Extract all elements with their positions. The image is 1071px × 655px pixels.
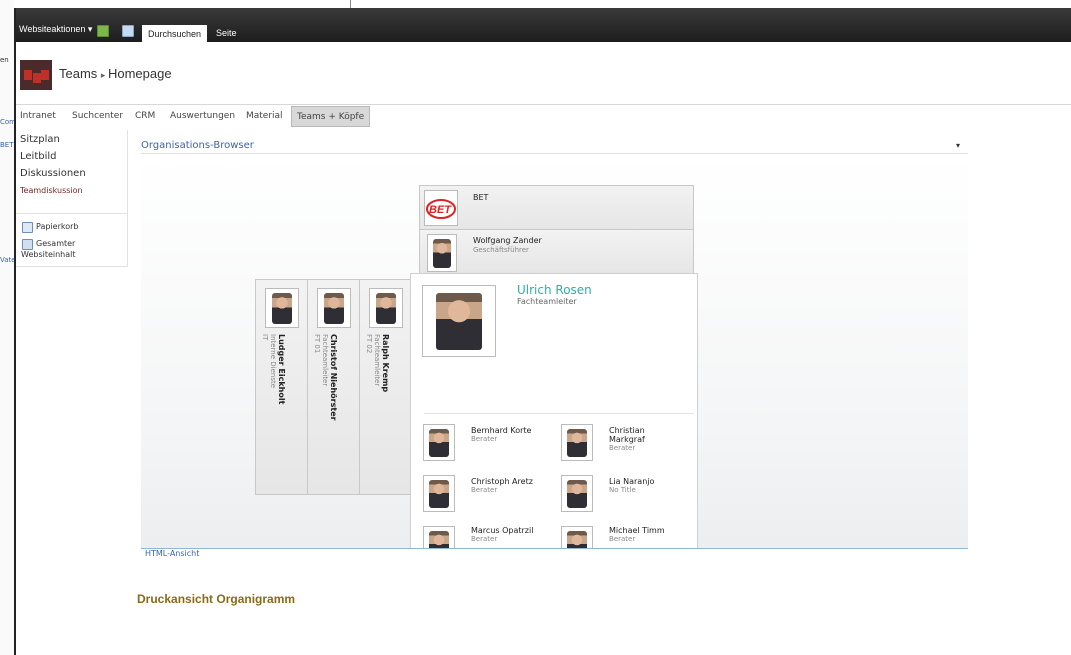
avatar	[422, 285, 496, 357]
site-content-icon	[22, 239, 33, 250]
avatar	[265, 288, 299, 328]
org-card-peer[interactable]: Ludger Eickholt Interne Dienste IT	[255, 279, 309, 495]
manager-name: Wolfgang Zander	[473, 236, 542, 245]
webpart-divider	[141, 153, 968, 154]
avatar	[317, 288, 351, 328]
top-gap	[14, 0, 1071, 8]
report-name: Bernhard Korte	[471, 426, 532, 435]
peer-dept: IT	[261, 334, 269, 341]
tab-durchsuchen[interactable]: Durchsuchen	[142, 25, 208, 42]
ql-diskussionen[interactable]: Diskussionen	[20, 168, 86, 179]
tab-seite[interactable]: Seite	[210, 24, 243, 42]
peer-dept: FT 01	[313, 334, 321, 354]
peer-text: Christof Niehörster Fachteamleiter FT 01	[313, 334, 338, 421]
report-title: Berater	[609, 444, 636, 452]
report-name: Christoph Aretz	[471, 477, 533, 486]
ql-papierkorb[interactable]: Papierkorb	[36, 222, 79, 231]
avatar	[369, 288, 403, 328]
report-item[interactable]: Michael Timm Berater	[561, 524, 691, 548]
avatar	[423, 475, 455, 512]
peer-name: Christof Niehörster	[329, 334, 338, 421]
site-actions-menu[interactable]: Websiteaktionen ▾	[19, 24, 92, 35]
ql-gesamter[interactable]: Gesamter	[36, 239, 75, 248]
report-title: No Title	[609, 486, 636, 494]
nav-teams-koepfe[interactable]: Teams + Köpfe	[291, 106, 371, 127]
report-item[interactable]: Christoph Aretz Berater	[423, 473, 553, 513]
avatar	[423, 526, 455, 548]
nav-crm[interactable]: CRM	[135, 106, 155, 126]
report-name: Lia Naranjo	[609, 477, 655, 486]
report-item[interactable]: Marcus Opatrzil Berater	[423, 524, 553, 548]
site-logo[interactable]	[20, 60, 52, 90]
avatar	[561, 475, 593, 512]
background-window: en Com BET Vate	[0, 0, 16, 655]
org-browser-stage: BET BET Wolfgang Zander Geschäftsführer …	[141, 156, 968, 549]
peer-title: Fachteamleiter	[321, 334, 329, 387]
breadcrumb-site[interactable]: Teams	[59, 66, 97, 81]
edit-icon[interactable]	[122, 25, 134, 37]
print-org-chart-link[interactable]: Druckansicht Organigramm	[137, 592, 295, 606]
breadcrumb-page: Homepage	[107, 66, 172, 81]
bet-logo: BET	[424, 190, 458, 226]
peer-dept: FT 02	[365, 334, 373, 354]
title-band	[16, 42, 1071, 105]
avatar	[561, 526, 593, 548]
root-name: BET	[473, 193, 489, 202]
nav-intranet[interactable]: Intranet	[20, 106, 56, 126]
nav-auswertungen[interactable]: Auswertungen	[170, 106, 235, 126]
report-title: Berater	[609, 535, 636, 543]
avatar	[427, 234, 457, 272]
svg-text:BET: BET	[429, 204, 452, 216]
peer-text: Ludger Eickholt Interne Dienste IT	[261, 334, 286, 404]
webpart-title[interactable]: Organisations-Browser	[141, 140, 254, 151]
peer-title: Fachteamleiter	[373, 334, 381, 387]
focus-title: Fachteamleiter	[517, 297, 577, 306]
report-name: Marcus Opatrzil	[471, 526, 534, 535]
ql-websiteinhalt[interactable]: Websiteinhalt	[21, 250, 76, 259]
peer-title: Interne Dienste	[269, 334, 277, 389]
avatar	[423, 424, 455, 461]
quick-launch: Sitzplan Leitbild Diskussionen Teamdisku…	[16, 130, 128, 267]
reports-divider	[424, 413, 694, 414]
new-document-icon[interactable]	[97, 25, 109, 37]
peer-text: Ralph Kremp Fachteamleiter FT 02	[365, 334, 390, 392]
ql-leitbild[interactable]: Leitbild	[20, 151, 57, 162]
manager-title: Geschäftsführer	[473, 246, 529, 254]
avatar	[561, 424, 593, 461]
recycle-bin-icon	[22, 222, 33, 233]
report-name: Christian Markgraf	[609, 426, 645, 444]
nav-suchcenter[interactable]: Suchcenter	[72, 106, 123, 126]
report-title: Berater	[471, 535, 498, 543]
html-view-link[interactable]: HTML-Ansicht	[145, 549, 199, 558]
nav-material[interactable]: Material	[246, 106, 283, 126]
report-item[interactable]: Lia Naranjo No Title	[561, 473, 691, 513]
report-item[interactable]: Bernhard Korte Berater	[423, 422, 553, 462]
report-title: Berater	[471, 486, 498, 494]
org-card-manager[interactable]: Wolfgang Zander Geschäftsführer	[419, 229, 694, 275]
ql-sitzplan[interactable]: Sitzplan	[20, 134, 60, 145]
ribbon-bar: Websiteaktionen ▾ Durchsuchen Seite	[16, 8, 1071, 42]
breadcrumb: Teams ▸ Homepage	[59, 66, 172, 81]
peer-name: Ralph Kremp	[381, 334, 390, 393]
org-card-peer[interactable]: Ralph Kremp Fachteamleiter FT 02	[359, 279, 413, 495]
report-item[interactable]: Christian Markgraf Berater	[561, 422, 691, 462]
report-title: Berater	[471, 435, 498, 443]
focus-name: Ulrich Rosen	[517, 283, 592, 297]
peer-name: Ludger Eickholt	[277, 334, 286, 405]
org-card-root[interactable]: BET BET	[419, 185, 694, 231]
ql-teamdiskussion[interactable]: Teamdiskussion	[20, 186, 83, 195]
dropdown-arrow-icon[interactable]: ▾	[956, 141, 960, 150]
org-card-peer[interactable]: Christof Niehörster Fachteamleiter FT 01	[307, 279, 361, 495]
report-name: Michael Timm	[609, 526, 665, 535]
